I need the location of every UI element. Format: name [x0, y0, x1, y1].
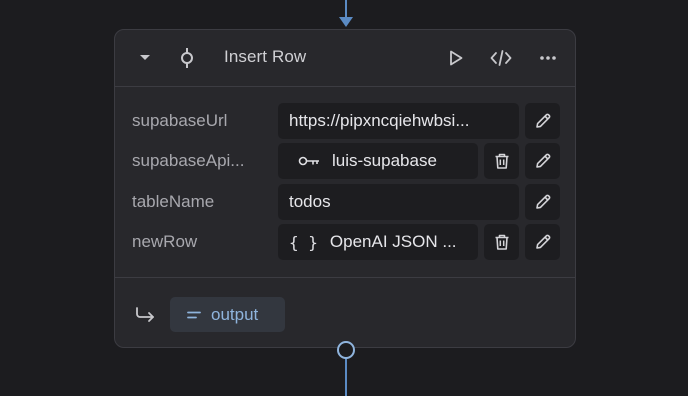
- trash-icon: [495, 153, 508, 169]
- play-icon[interactable]: [445, 47, 467, 69]
- output-label: output: [211, 304, 259, 324]
- commit-icon: [175, 46, 199, 70]
- return-arrow-icon: [133, 303, 157, 327]
- outgoing-connector: [345, 358, 347, 396]
- more-icon[interactable]: [536, 46, 560, 70]
- pencil-icon: [535, 113, 550, 128]
- incoming-arrow-icon: [339, 17, 353, 27]
- pencil-icon: [535, 234, 550, 249]
- section-divider: [115, 277, 575, 278]
- trash-icon: [495, 234, 508, 250]
- field-row-supabase-url: supabaseUrl https://pipxncqiehwbsi...: [115, 103, 575, 139]
- field-value: OpenAI JSON ...: [329, 232, 457, 251]
- output-port[interactable]: [337, 341, 355, 359]
- supabase-url-field[interactable]: https://pipxncqiehwbsi...: [278, 103, 519, 139]
- lines-icon: [187, 310, 201, 320]
- key-icon: [298, 155, 320, 167]
- edit-button[interactable]: [525, 224, 560, 260]
- field-row-supabase-api: supabaseApi... luis-supabase: [115, 143, 575, 179]
- edit-button[interactable]: [525, 143, 560, 179]
- delete-button[interactable]: [484, 224, 519, 260]
- delete-button[interactable]: [484, 143, 519, 179]
- node-title[interactable]: Insert Row: [224, 47, 306, 67]
- field-row-new-row: newRow { } OpenAI JSON ...: [115, 224, 575, 260]
- flow-canvas[interactable]: Insert Row supabaseUrl https://pipxncqie…: [0, 0, 688, 396]
- node-header: Insert Row: [115, 30, 575, 87]
- table-name-field[interactable]: todos: [278, 184, 519, 220]
- field-label: supabaseUrl: [132, 111, 228, 130]
- field-value: https://pipxncqiehwbsi...: [289, 111, 470, 130]
- output-variable[interactable]: output: [170, 297, 285, 332]
- pencil-icon: [535, 194, 550, 209]
- new-row-field[interactable]: { } OpenAI JSON ...: [278, 224, 478, 260]
- insert-row-node[interactable]: Insert Row supabaseUrl https://pipxncqie…: [114, 29, 576, 348]
- code-icon[interactable]: [489, 46, 513, 70]
- field-label: supabaseApi...: [132, 151, 245, 170]
- braces-icon: { }: [289, 232, 318, 252]
- field-row-table-name: tableName todos: [115, 184, 575, 220]
- field-value: luis-supabase: [332, 151, 437, 170]
- field-label: newRow: [132, 232, 198, 251]
- field-label: tableName: [132, 192, 215, 211]
- edit-button[interactable]: [525, 103, 560, 139]
- chevron-down-icon[interactable]: [135, 48, 155, 68]
- field-value: todos: [289, 192, 331, 211]
- supabase-api-field[interactable]: luis-supabase: [278, 143, 478, 179]
- edit-button[interactable]: [525, 184, 560, 220]
- pencil-icon: [535, 153, 550, 168]
